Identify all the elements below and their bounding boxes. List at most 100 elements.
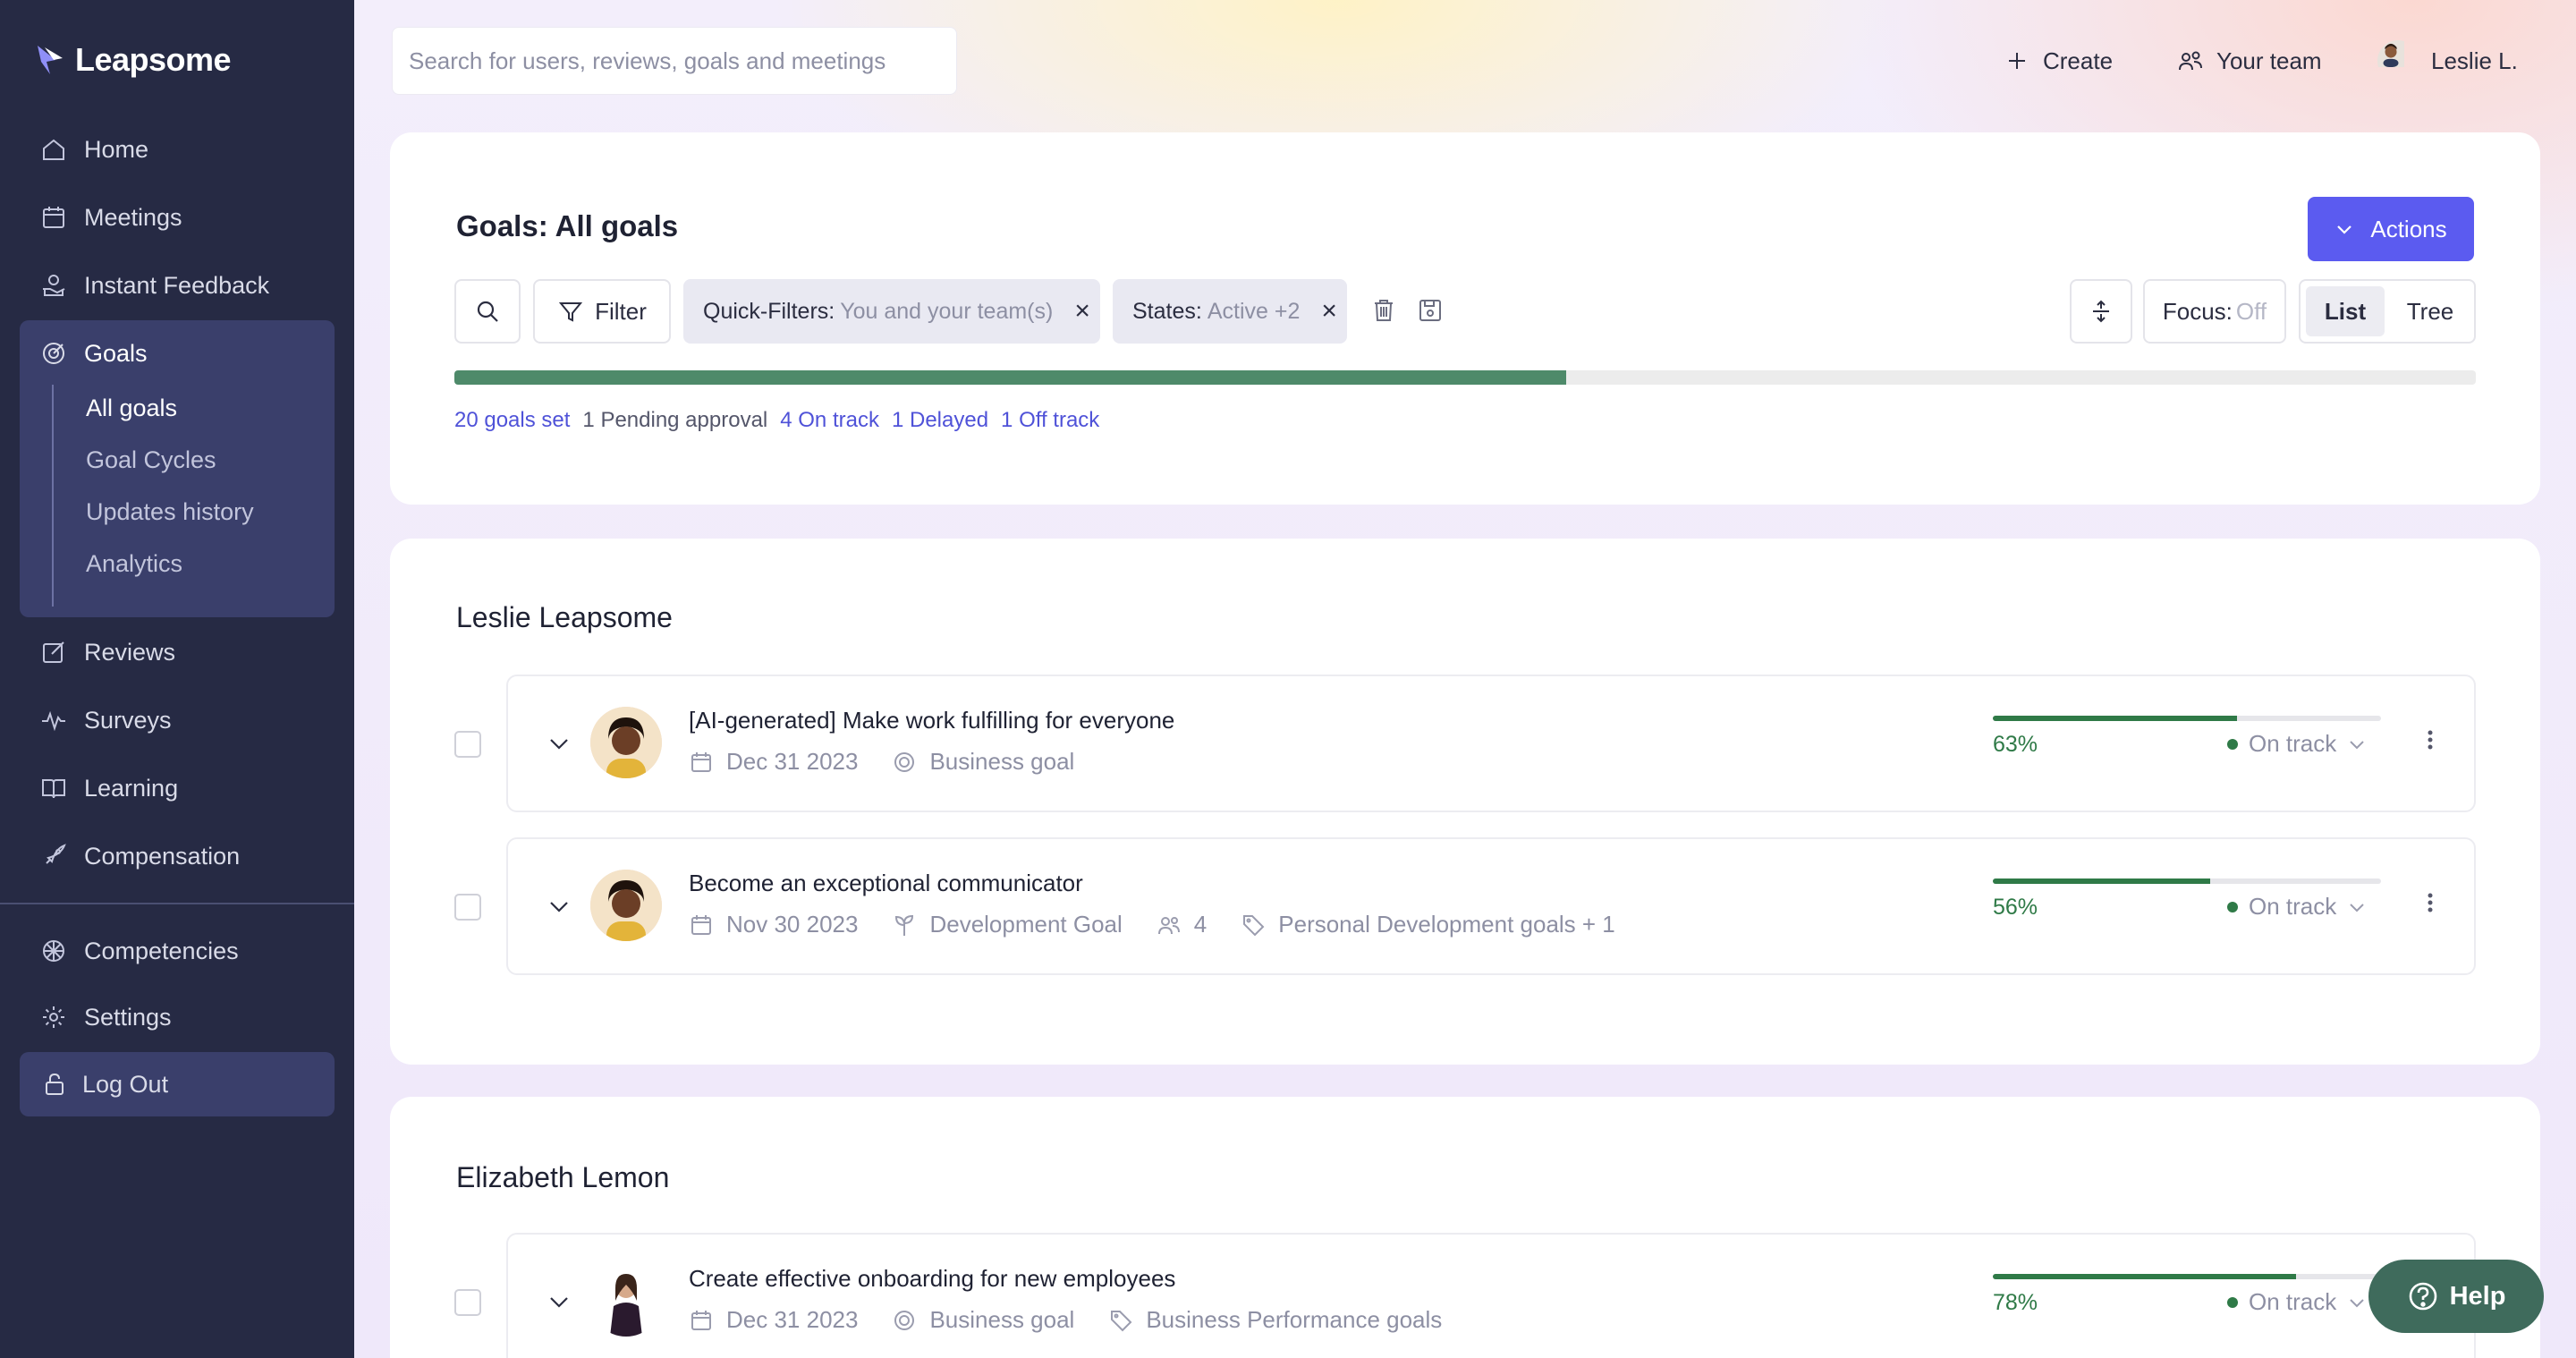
- competencies-icon: [43, 940, 64, 962]
- goal-status-dropdown[interactable]: On track: [2227, 730, 2367, 758]
- sidebar-item-compensation[interactable]: Compensation: [20, 828, 335, 884]
- sidebar-item-label: Learning: [84, 774, 179, 802]
- stat-delayed[interactable]: 1 Delayed: [892, 408, 988, 433]
- close-icon[interactable]: ×: [1074, 296, 1090, 327]
- team-icon: [2179, 51, 2202, 71]
- stat-on-track[interactable]: 4 On track: [780, 408, 879, 433]
- sidebar-item-reviews[interactable]: Reviews: [20, 624, 335, 680]
- goal-participants: 4: [1193, 911, 1208, 938]
- logout-label: Log Out: [82, 1070, 169, 1098]
- stat-goals-set[interactable]: 20 goals set: [454, 408, 570, 433]
- goal-stats: 20 goals set 1 Pending approval 4 On tra…: [454, 408, 1099, 433]
- chevron-down-icon[interactable]: [546, 730, 572, 757]
- collapse-expand-button[interactable]: [2070, 279, 2132, 344]
- gear-icon: [43, 1006, 64, 1028]
- sidebar-item-settings[interactable]: Settings: [20, 989, 335, 1045]
- user-menu[interactable]: Leslie L.: [2377, 36, 2518, 86]
- feedback-icon: [43, 275, 65, 296]
- sidebar-item-instant-feedback[interactable]: Instant Feedback: [20, 258, 335, 313]
- sidebar-item-goals[interactable]: Goals: [20, 326, 335, 381]
- quick-filters-chip[interactable]: Quick-Filters: You and your team(s) ×: [683, 279, 1100, 344]
- save-icon[interactable]: [1415, 295, 1445, 326]
- logo[interactable]: Leapsome: [36, 41, 232, 79]
- target-icon: [43, 343, 64, 364]
- trash-icon[interactable]: [1368, 295, 1399, 326]
- sidebar-divider: [0, 903, 354, 904]
- more-options-icon[interactable]: [2417, 726, 2444, 753]
- avatar: [590, 870, 662, 941]
- close-icon[interactable]: ×: [1321, 296, 1337, 327]
- avatar: [590, 707, 662, 778]
- filter-icon: [558, 302, 583, 322]
- sidebar-item-label: Settings: [84, 1003, 172, 1031]
- pulse-icon: [42, 710, 65, 732]
- more-options-icon[interactable]: [2417, 889, 2444, 916]
- goal-title[interactable]: Become an exceptional communicator: [689, 870, 1083, 897]
- plus-icon: [2009, 53, 2025, 69]
- chevron-down-icon: [2350, 1298, 2364, 1307]
- help-label: Help: [2449, 1281, 2506, 1311]
- sidebar-item-surveys[interactable]: Surveys: [20, 692, 335, 748]
- goal-row[interactable]: Create effective onboarding for new empl…: [506, 1233, 2476, 1358]
- goal-status-dropdown[interactable]: On track: [2227, 1288, 2367, 1316]
- goal-checkbox[interactable]: [454, 1289, 481, 1316]
- actions-label: Actions: [2370, 215, 2447, 242]
- goal-date: Nov 30 2023: [726, 911, 859, 938]
- chevron-down-icon[interactable]: [546, 1288, 572, 1315]
- goals-subnav: All goals Goal Cycles Updates history An…: [52, 385, 320, 607]
- sidebar-item-competencies[interactable]: Competencies: [20, 923, 335, 979]
- goal-title[interactable]: [AI-generated] Make work fulfilling for …: [689, 707, 1174, 734]
- goals-progress-bar: [454, 370, 2476, 385]
- goal-progress-percent: 56%: [1993, 895, 2038, 920]
- goal-progress-fill: [1993, 716, 2238, 721]
- focus-value: Off: [2235, 297, 2267, 325]
- goal-checkbox[interactable]: [454, 894, 481, 921]
- help-button[interactable]: Help: [2368, 1260, 2544, 1333]
- logout-button[interactable]: Log Out: [20, 1052, 335, 1116]
- home-icon: [43, 139, 64, 160]
- your-team-button[interactable]: Your team: [2177, 36, 2322, 86]
- tag-icon: [1111, 1310, 1132, 1331]
- goal-title[interactable]: Create effective onboarding for new empl…: [689, 1265, 1175, 1293]
- target-icon: [894, 1310, 915, 1330]
- stat-off-track[interactable]: 1 Off track: [1001, 408, 1099, 433]
- goal-progress-bar: [1993, 878, 2381, 884]
- view-tree-button[interactable]: Tree: [2390, 286, 2470, 336]
- subnav-goal-cycles[interactable]: Goal Cycles: [86, 442, 216, 478]
- subnav-analytics[interactable]: Analytics: [86, 546, 182, 581]
- calendar-icon: [691, 1310, 711, 1330]
- subnav-all-goals[interactable]: All goals: [86, 390, 177, 426]
- sidebar-item-learning[interactable]: Learning: [20, 760, 335, 816]
- user-name: Leslie L.: [2431, 47, 2518, 74]
- goal-date: Dec 31 2023: [726, 748, 859, 775]
- goal-progress-percent: 63%: [1993, 732, 2038, 757]
- help-icon: [2409, 1282, 2436, 1311]
- goal-status-dropdown[interactable]: On track: [2227, 893, 2367, 921]
- chevron-down-icon: [2350, 903, 2364, 912]
- goal-row[interactable]: [AI-generated] Make work fulfilling for …: [506, 675, 2476, 812]
- goal-row[interactable]: Become an exceptional communicator Nov 3…: [506, 837, 2476, 975]
- states-chip[interactable]: States: Active +2 ×: [1113, 279, 1347, 344]
- actions-button[interactable]: Actions: [2308, 197, 2474, 261]
- subnav-updates-history[interactable]: Updates history: [86, 494, 254, 530]
- sidebar-item-home[interactable]: Home: [20, 122, 335, 177]
- goals-progress-fill: [454, 370, 1566, 385]
- status-dot: [2227, 901, 2238, 912]
- search-button[interactable]: [454, 279, 521, 344]
- stat-pending: 1 Pending approval: [582, 408, 768, 432]
- goal-progress-fill: [1993, 878, 2211, 884]
- chevron-down-icon[interactable]: [546, 893, 572, 920]
- expand-vertical-icon: [2093, 300, 2109, 323]
- sidebar-item-meetings[interactable]: Meetings: [20, 190, 335, 245]
- view-list-button[interactable]: List: [2306, 286, 2385, 336]
- search-input[interactable]: [392, 27, 957, 95]
- focus-toggle[interactable]: Focus: Off: [2143, 279, 2286, 344]
- filter-button[interactable]: Filter: [533, 279, 671, 344]
- goal-checkbox[interactable]: [454, 731, 481, 758]
- focus-label: Focus:: [2162, 297, 2233, 325]
- sidebar: Leapsome Home Meetings Instant Feedback …: [0, 0, 354, 1358]
- sidebar-item-label: Compensation: [84, 842, 241, 870]
- create-button[interactable]: Create: [2004, 36, 2113, 86]
- leapsome-logo-icon: [38, 46, 63, 74]
- goal-tags: Personal Development goals + 1: [1278, 911, 1615, 938]
